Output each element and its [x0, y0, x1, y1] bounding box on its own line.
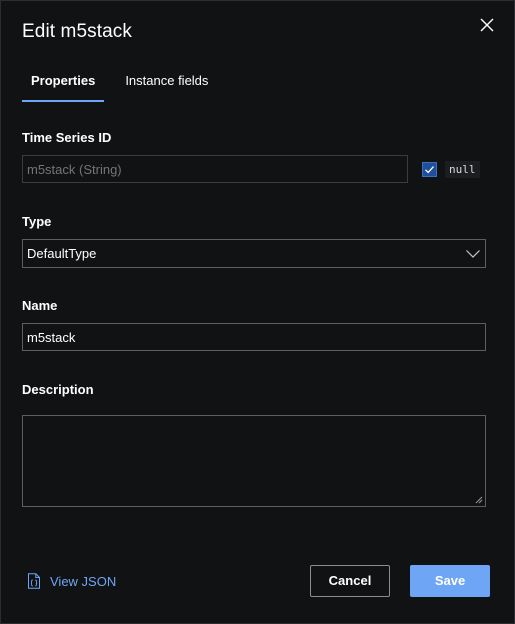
time-series-id-input[interactable]	[22, 155, 408, 183]
null-badge: null	[445, 161, 480, 178]
description-label: Description	[22, 382, 94, 397]
name-input[interactable]	[22, 323, 486, 351]
edit-dialog: Edit m5stack Properties Instance fields …	[0, 0, 515, 624]
json-file-icon	[28, 573, 40, 589]
tab-properties[interactable]: Properties	[22, 69, 105, 102]
null-checkbox[interactable]	[422, 162, 437, 177]
cancel-button[interactable]: Cancel	[310, 565, 390, 597]
resize-grip-icon[interactable]	[475, 496, 483, 504]
dialog-title: Edit m5stack	[22, 21, 132, 42]
time-series-id-label: Time Series ID	[22, 130, 112, 145]
type-selected-value: DefaultType	[27, 246, 97, 261]
checkmark-icon	[425, 166, 434, 174]
type-label: Type	[22, 214, 52, 229]
description-textarea[interactable]	[22, 415, 486, 507]
close-button[interactable]	[478, 16, 496, 34]
tab-bar: Properties Instance fields	[22, 69, 217, 102]
view-json-link[interactable]: View JSON	[27, 573, 116, 589]
chevron-down-icon	[466, 250, 480, 258]
save-button[interactable]: Save	[410, 565, 490, 597]
tab-instance-fields[interactable]: Instance fields	[116, 69, 217, 101]
close-icon	[480, 18, 494, 32]
view-json-label: View JSON	[50, 573, 117, 589]
name-label: Name	[22, 298, 58, 313]
type-dropdown[interactable]: DefaultType	[22, 239, 486, 268]
